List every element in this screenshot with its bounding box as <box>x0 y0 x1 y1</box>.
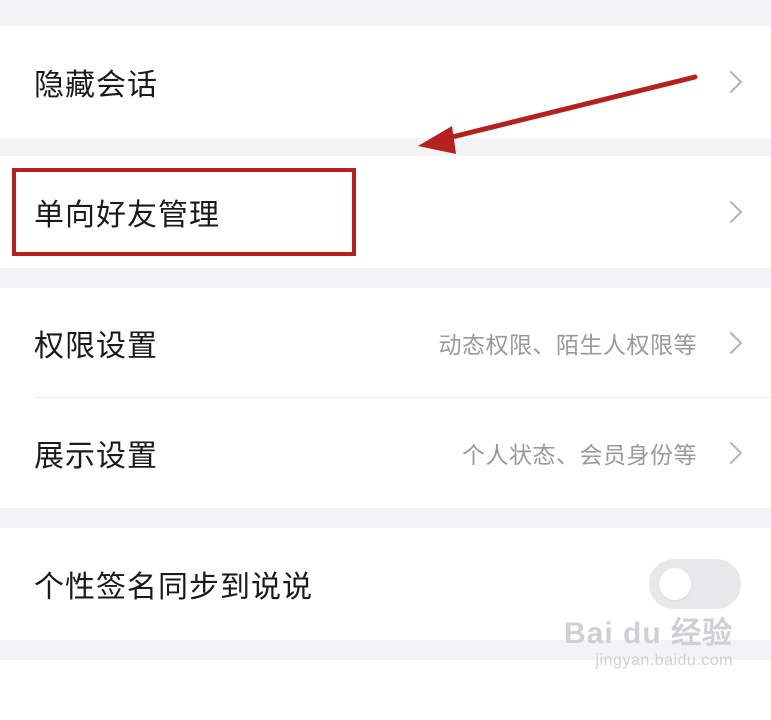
signature-sync-toggle[interactable] <box>649 559 741 609</box>
settings-item-permissions[interactable]: 权限设置 动态权限、陌生人权限等 <box>0 288 771 398</box>
settings-item-hidden-chat[interactable]: 隐藏会话 <box>0 26 771 138</box>
settings-item-hint: 动态权限、陌生人权限等 <box>438 333 697 359</box>
chevron-right-icon <box>719 200 743 224</box>
toggle-knob <box>659 568 691 600</box>
settings-item-label: 隐藏会话 <box>34 68 158 103</box>
settings-item-label: 个性签名同步到说说 <box>34 570 313 605</box>
watermark-url: jingyan.baidu.com <box>595 652 733 669</box>
settings-item-display[interactable]: 展示设置 个人状态、会员身份等 <box>0 398 771 508</box>
baidu-jingyan-watermark: Bai du 经验 jingyan.baidu.com <box>564 608 733 670</box>
chevron-right-icon <box>719 441 743 465</box>
settings-item-label: 展示设置 <box>34 439 158 474</box>
chevron-right-icon <box>719 331 743 355</box>
chevron-right-icon <box>719 70 743 94</box>
settings-item-label: 权限设置 <box>34 329 158 364</box>
watermark-brand: Bai du 经验 <box>563 617 733 650</box>
highlight-box <box>12 168 356 256</box>
settings-item-hint: 个人状态、会员身份等 <box>462 443 697 469</box>
